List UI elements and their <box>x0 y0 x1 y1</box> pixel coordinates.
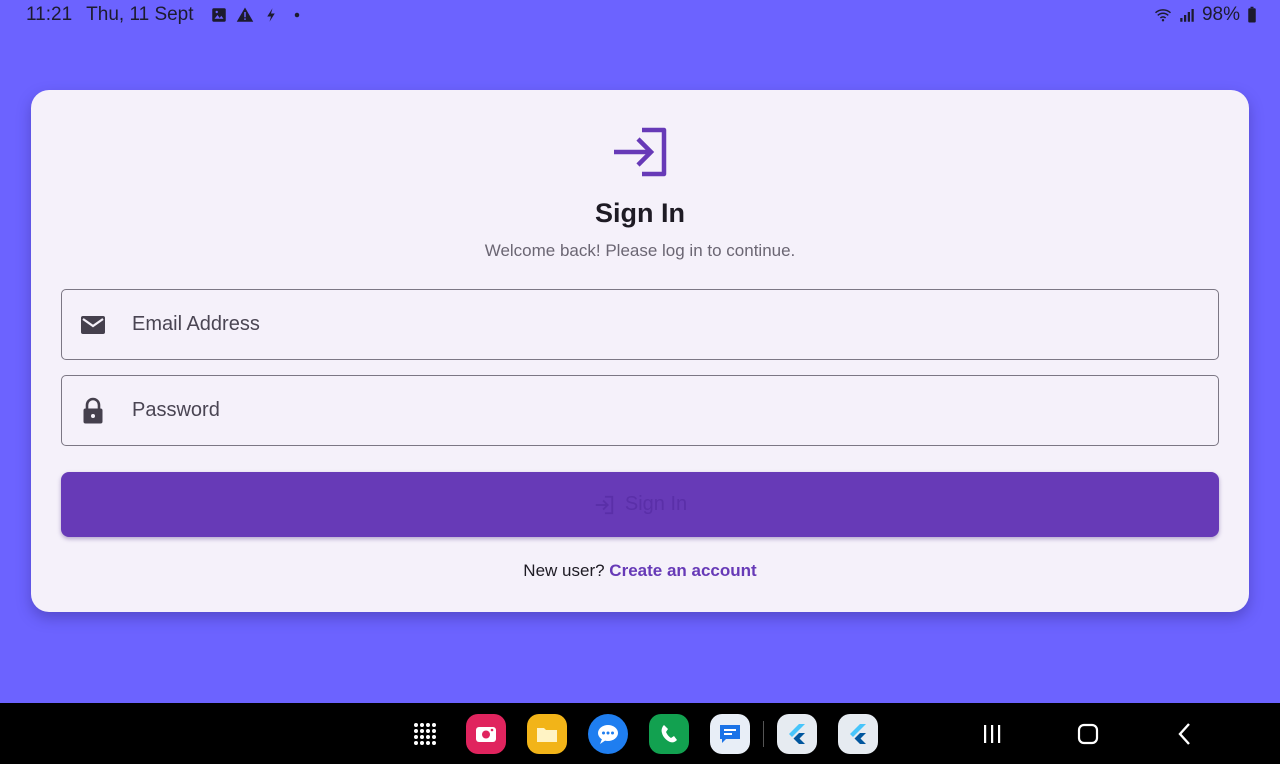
status-bar: 11:21 Thu, 11 Sept 98% <box>0 0 1280 32</box>
gallery-icon <box>211 8 226 22</box>
messages-app-icon[interactable] <box>588 714 628 754</box>
flutter-app-icon[interactable] <box>838 714 878 754</box>
home-button[interactable] <box>1075 721 1101 747</box>
phone-app-icon[interactable] <box>649 714 689 754</box>
app-grid-icon[interactable] <box>405 714 445 754</box>
wifi-icon <box>1154 9 1171 22</box>
password-input[interactable] <box>128 376 1218 445</box>
page-subtitle: Welcome back! Please log in to continue. <box>484 241 796 260</box>
page-title: Sign In <box>595 198 685 228</box>
login-icon <box>595 495 614 514</box>
flash-icon <box>266 8 275 22</box>
create-account-link[interactable]: Create an account <box>609 561 756 580</box>
sign-in-card: Sign In Welcome back! Please log in to c… <box>31 90 1249 612</box>
dock-divider <box>763 721 764 747</box>
dot-icon <box>294 12 299 18</box>
password-field[interactable] <box>61 375 1219 446</box>
recents-button[interactable] <box>979 721 1005 747</box>
files-app-icon[interactable] <box>527 714 567 754</box>
flutter-app-icon[interactable] <box>777 714 817 754</box>
mail-icon <box>81 315 105 334</box>
battery-icon <box>1248 6 1256 23</box>
warning-icon <box>236 7 253 22</box>
lock-icon <box>83 397 103 423</box>
screen-recorder-app-icon[interactable] <box>466 714 506 754</box>
signup-prompt-text: New user? <box>523 561 605 580</box>
battery-percent: 98% <box>1201 4 1240 25</box>
navigation-bar <box>0 703 1280 764</box>
sign-in-button[interactable]: Sign In <box>61 472 1219 537</box>
back-button[interactable] <box>1172 721 1198 747</box>
app-dock <box>405 714 878 754</box>
signup-prompt: New user? Create an account <box>31 561 1249 581</box>
google-messages-app-icon[interactable] <box>710 714 750 754</box>
email-field[interactable] <box>61 289 1219 360</box>
login-icon <box>614 127 667 177</box>
status-date: Thu, 11 Sept <box>86 4 194 25</box>
signal-icon <box>1180 9 1194 22</box>
sign-in-button-label: Sign In <box>624 493 688 515</box>
status-time: 11:21 <box>26 4 73 25</box>
email-input[interactable] <box>128 290 1218 359</box>
